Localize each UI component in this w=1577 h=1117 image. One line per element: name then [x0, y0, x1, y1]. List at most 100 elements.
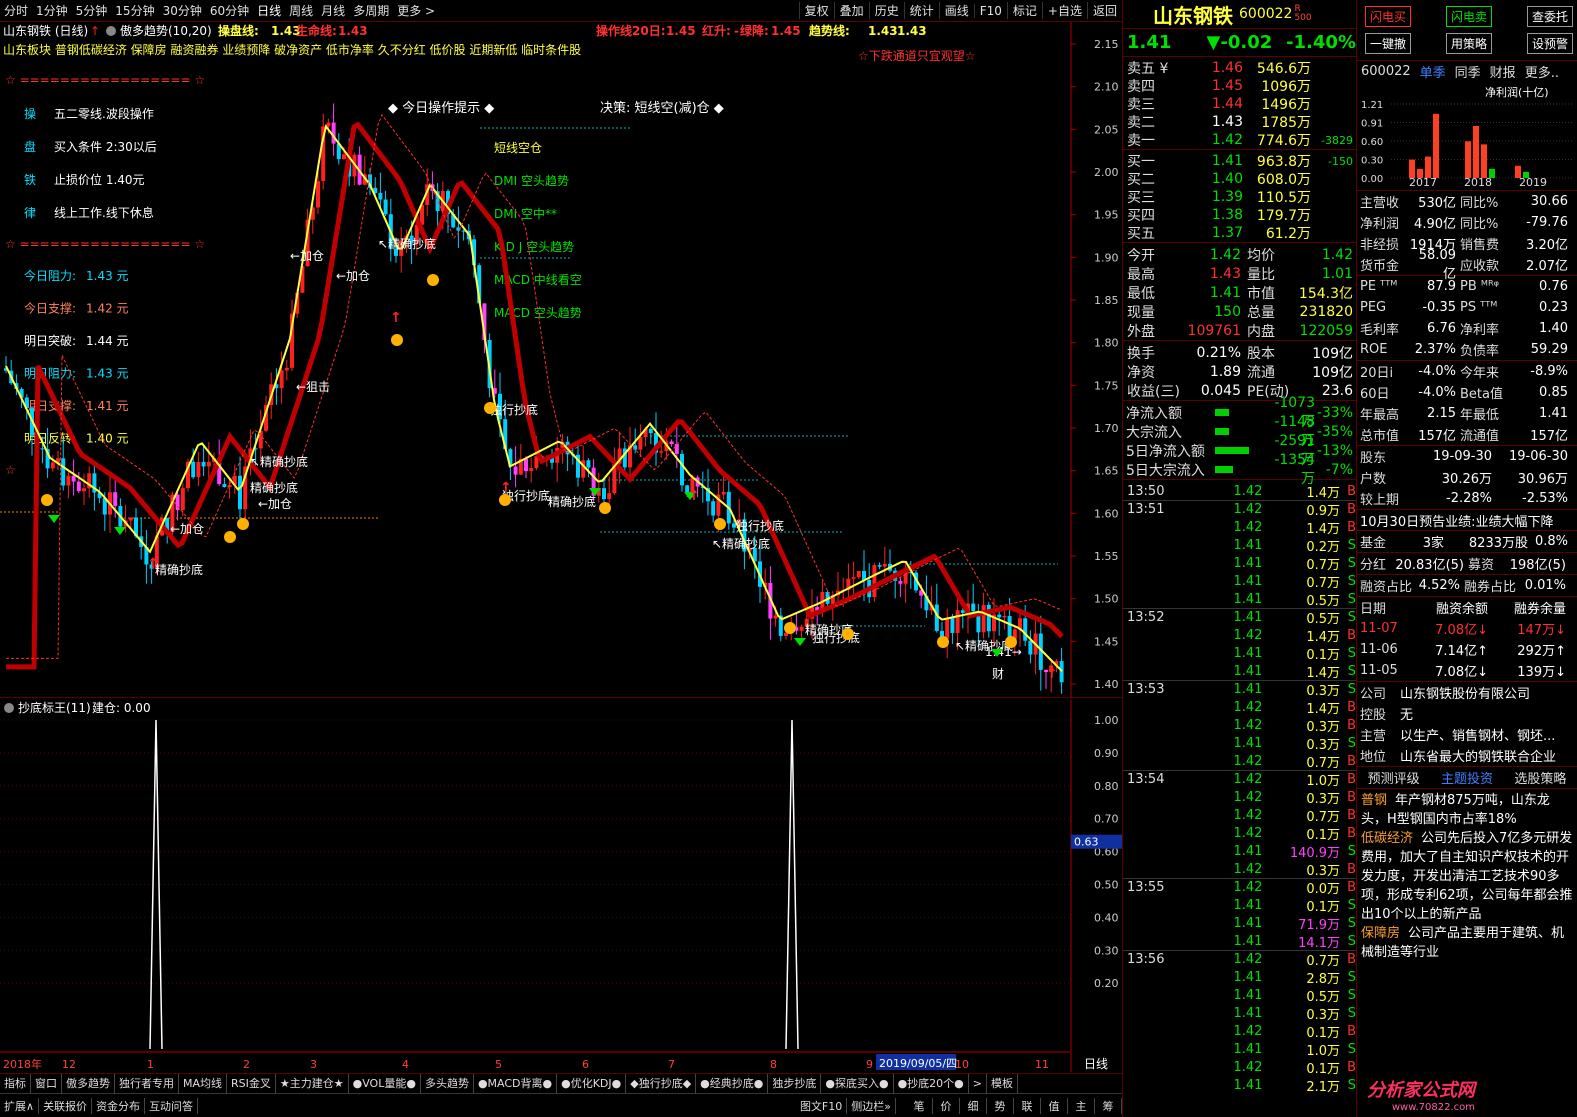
toolbar-action-0[interactable]: 复权 [798, 2, 834, 19]
period-tab-5[interactable]: 60分钟 [206, 2, 253, 19]
ask-row-2[interactable]: 卖三 1.44 1496万 [1123, 95, 1356, 113]
indicator-tab-9[interactable]: ●MACD背离● [474, 1073, 558, 1094]
ask-price: 1.42 [1211, 132, 1243, 148]
ask-row-1[interactable]: 卖四 1.45 1096万 [1123, 77, 1356, 95]
trade-button-0-0[interactable]: 闪电买 [1365, 6, 1412, 27]
margintable-cell: 日期 [1360, 602, 1387, 617]
indicator-chart[interactable]: 抄底标王(11) 建仓: 0.00 1.00 0.90 0.80 0.70 0.60 0.50… [0, 700, 1122, 1072]
sub-settings-icon[interactable] [4, 703, 14, 713]
status-item-9[interactable]: 势 [987, 1097, 1014, 1114]
indicator-tab-8[interactable]: 多头趋势 [421, 1073, 474, 1094]
level-val-1: 1.42 元 [86, 302, 129, 316]
indicator-tab-10[interactable]: ●优化KDJ● [557, 1073, 627, 1094]
indicator-tab-5[interactable]: RSI金叉 [227, 1073, 276, 1094]
status-item-8[interactable]: 细 [960, 1097, 987, 1114]
toolbar-action-5[interactable]: F10 [973, 3, 1007, 18]
indicator-tab-17[interactable]: 模板 [987, 1073, 1018, 1094]
period-tab-3[interactable]: 15分钟 [111, 2, 158, 19]
trade-button-0-1[interactable]: 闪电卖 [1445, 6, 1492, 27]
kline-chart-svg[interactable]: 2.15 2.10 2.05 2.00 1.95 1.90 1.85 1.80 1.75 1.70… [0, 22, 1122, 699]
company-tab-2[interactable]: 选股策略 [1514, 768, 1566, 787]
indicator-tab-14[interactable]: ●探底买入● [821, 1073, 894, 1094]
candle-body [669, 441, 674, 445]
settings-icon[interactable] [106, 26, 116, 36]
indicator-tab-15[interactable]: ●抄底20个● [894, 1073, 969, 1094]
op-title: ◆ 今日操作提示 ◆ [388, 100, 494, 116]
period-tab-1[interactable]: 1分钟 [32, 2, 72, 19]
trade-button-1-2[interactable]: 设预警 [1526, 33, 1573, 54]
status-item-2[interactable]: 资金分布 [92, 1097, 146, 1114]
margintable-row-0: 日期 融资余额 融券余量 [1357, 597, 1577, 618]
status-item-0[interactable]: 扩展∧ [0, 1097, 40, 1114]
tick-row-26: 13:56 1.42 0.7万 B [1123, 950, 1356, 969]
tick-list[interactable]: 13:50 1.42 1.4万 B 13:51 1.42 0.9万 B 1.42 1.4万 B 1.4… [1123, 479, 1356, 1095]
indicator-tab-11[interactable]: ◆独行抄底◆ [626, 1073, 697, 1094]
company-tab-1[interactable]: 主题投资 [1441, 768, 1493, 787]
fin-tab-0[interactable]: 600022 [1361, 64, 1411, 79]
status-item-6[interactable]: 笔 [906, 1097, 933, 1114]
indicator-tab-1[interactable]: 窗口 [31, 1073, 62, 1094]
fin-tab-2[interactable]: 同季 [1455, 62, 1481, 81]
indicator-tab-12[interactable]: ●经典抄底● [696, 1073, 769, 1094]
period-tab-0[interactable]: 分时 [0, 2, 32, 19]
status-bar: 扩展∧ 关联报价 资金分布 互动问答 图文F10 侧边栏» 笔价细势联值主筹 [0, 1093, 1122, 1117]
status-item-11[interactable]: 值 [1041, 1097, 1068, 1114]
trade-button-1-1[interactable]: 用策略 [1445, 33, 1492, 54]
fin-tab-3[interactable]: 财报 [1490, 62, 1516, 81]
tick-side: B [1347, 753, 1356, 769]
tick-volume: 0.0万 [1306, 882, 1341, 897]
indicator-tab-3[interactable]: 独行者专用 [115, 1073, 179, 1094]
fin-tab-1[interactable]: 单季 [1420, 62, 1446, 81]
toolbar-action-7[interactable]: +自选 [1041, 2, 1087, 19]
status-item-4[interactable]: 图文F10 [796, 1097, 848, 1114]
trade-button-0-2[interactable]: 查委托 [1526, 6, 1573, 27]
period-tab-4[interactable]: 30分钟 [159, 2, 206, 19]
period-tab-2[interactable]: 5分钟 [72, 2, 112, 19]
toolbar-action-3[interactable]: 统计 [903, 2, 939, 19]
status-item-13[interactable]: 筹 [1095, 1097, 1122, 1114]
indicator-tab-4[interactable]: MA均线 [179, 1073, 228, 1094]
period-tab-8[interactable]: 月线 [317, 2, 349, 19]
indicator-chart-svg[interactable]: 抄底标王(11) 建仓: 0.001.000.900.800.700.600.50… [0, 700, 1122, 1072]
period-tab-10[interactable]: 更多 > [393, 2, 439, 19]
status-item-10[interactable]: 联 [1014, 1097, 1041, 1114]
status-item-1[interactable]: 关联报价 [39, 1097, 93, 1114]
kline-chart[interactable]: 2.15 2.10 2.05 2.00 1.95 1.90 1.85 1.80 1.75 1.70… [0, 22, 1122, 699]
toolbar-action-8[interactable]: 返回 [1086, 2, 1122, 19]
bid-row-1[interactable]: 买二 1.40 608.0万 [1123, 170, 1356, 188]
indicator-tab-7[interactable]: ●VOL量能● [349, 1073, 421, 1094]
ask-row-3[interactable]: 卖二 1.43 1785万 [1123, 113, 1356, 131]
profit-title: 净利润(十亿) [1485, 85, 1549, 99]
status-item-7[interactable]: 价 [933, 1097, 960, 1114]
tick-volume: 0.1万 [1306, 827, 1341, 843]
status-item-12[interactable]: 主 [1068, 1097, 1095, 1114]
indicator-tab-2[interactable]: 傲多趋势 [62, 1073, 115, 1094]
company-tab-0[interactable]: 预测评级 [1368, 768, 1420, 787]
bid-row-0[interactable]: 买一 1.41 963.8万 -150 [1123, 152, 1356, 170]
trade-button-1-0[interactable]: 一键撤 [1365, 33, 1412, 54]
toolbar-action-1[interactable]: 叠加 [833, 2, 869, 19]
toolbar-action-4[interactable]: 画线 [938, 2, 974, 19]
ask-row-0[interactable]: 卖五 ¥ 1.46 546.6万 [1123, 59, 1356, 77]
toolbar-action-2[interactable]: 历史 [868, 2, 904, 19]
bid-row-3[interactable]: 买四 1.38 179.7万 [1123, 206, 1356, 224]
ask-volume: 1096万 [1261, 79, 1311, 95]
margintable-cell: 7.08亿↓ [1435, 665, 1488, 680]
bid-row-4[interactable]: 买五 1.37 61.2万 [1123, 224, 1356, 242]
period-tab-7[interactable]: 周线 [285, 2, 317, 19]
period-tab-9[interactable]: 多周期 [349, 2, 393, 19]
status-item-5[interactable]: 侧边栏» [847, 1097, 896, 1114]
period-tab-6[interactable]: 日线 [253, 2, 285, 19]
tick-side: B [1347, 1059, 1356, 1075]
indicator-tab-13[interactable]: 独步抄底 [768, 1073, 822, 1094]
bid-row-2[interactable]: 买三 1.39 110.5万 [1123, 188, 1356, 206]
candle-body [191, 461, 196, 478]
status-item-3[interactable]: 互动问答 [145, 1097, 199, 1114]
indicator-tab-0[interactable]: 指标 [0, 1073, 31, 1094]
toolbar-action-6[interactable]: 标记 [1006, 2, 1042, 19]
indicator-tab-16[interactable]: > [969, 1073, 987, 1094]
indicator-tab-6[interactable]: ★主力建仓★ [276, 1073, 349, 1094]
fin-tab-4[interactable]: 更多.. [1525, 62, 1559, 81]
earnings-notice[interactable]: 10月30日预告业绩:业绩大幅下降 [1357, 509, 1577, 530]
ask-row-4[interactable]: 卖一 1.42 774.6万 -3829 [1123, 131, 1356, 149]
